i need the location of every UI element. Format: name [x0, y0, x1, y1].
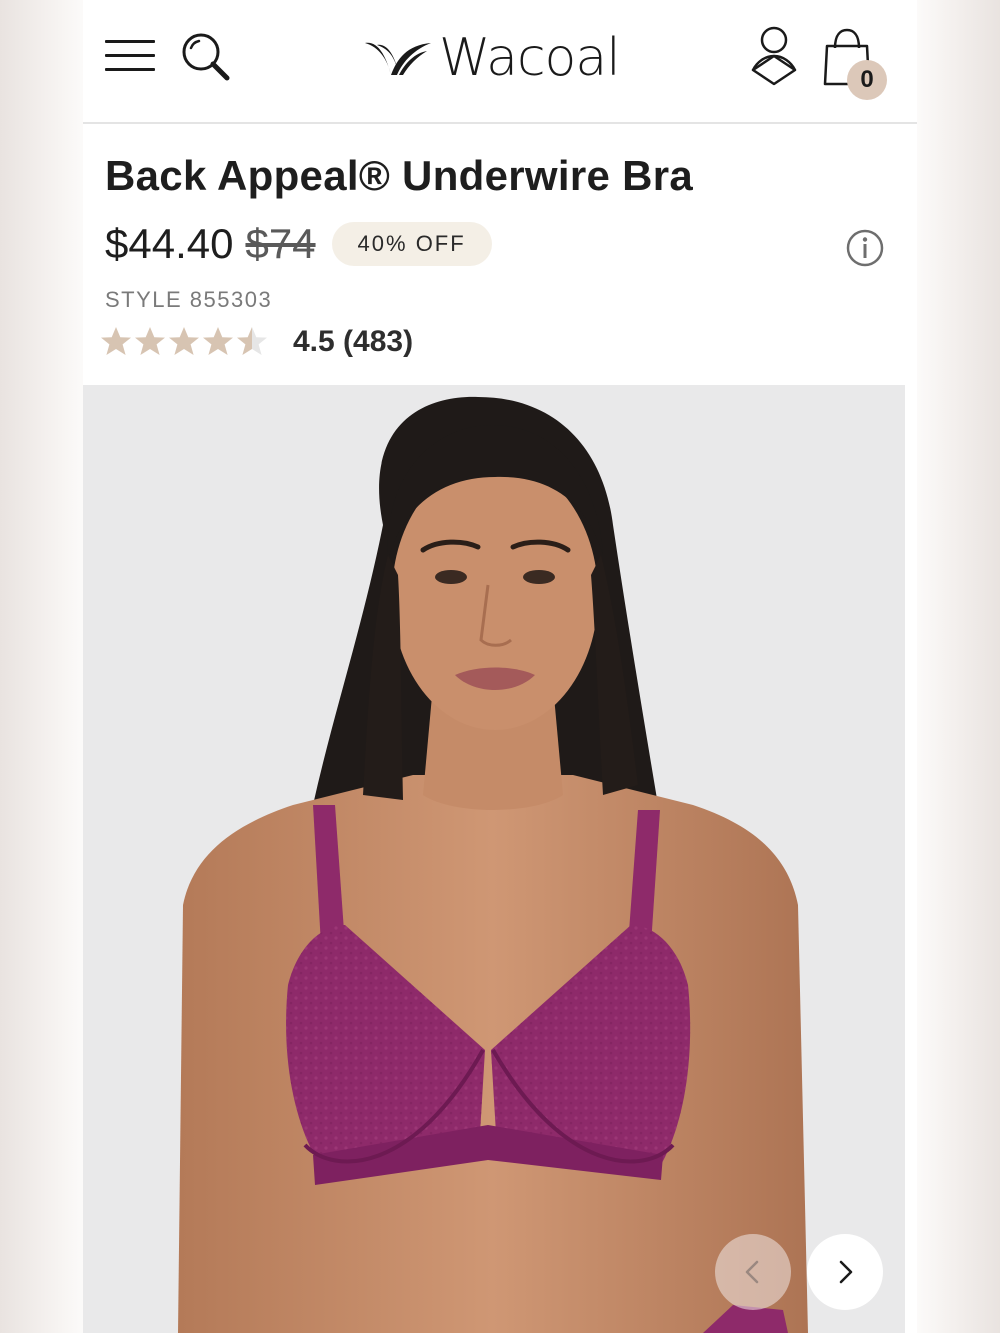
star-icon [169, 327, 199, 355]
chevron-left-icon [745, 1260, 759, 1284]
brand-name: Wacoal [439, 28, 621, 88]
star-icon [135, 327, 165, 355]
menu-button[interactable] [103, 36, 157, 76]
cart-count-badge: 0 [847, 60, 887, 100]
star-icon [237, 327, 267, 355]
style-number: STYLE 855303 [105, 287, 273, 312]
account-icon [751, 26, 797, 86]
star-icon [101, 327, 131, 355]
price-info-button[interactable] [845, 228, 885, 268]
product-title: Back Appeal® Underwire Bra [105, 152, 694, 199]
hamburger-menu-icon [105, 40, 155, 43]
search-button[interactable] [179, 30, 235, 86]
carousel-prev-button[interactable] [715, 1234, 791, 1310]
search-icon [182, 33, 230, 81]
product-page: Wacoal 0 Back Appeal® Underwire Bra $44.… [83, 0, 917, 1333]
product-image[interactable] [83, 385, 905, 1333]
site-header: Wacoal 0 [83, 0, 917, 124]
wacoal-logo-mark-icon [365, 42, 431, 75]
price-row: $44.40 $74 40% OFF [105, 216, 492, 272]
star-rating [99, 325, 269, 359]
rating-count: 4.5 (483) [293, 325, 414, 358]
sale-price: $44.40 [105, 220, 234, 267]
info-icon [846, 229, 884, 267]
discount-badge: 40% OFF [331, 222, 492, 266]
original-price: $74 [245, 220, 316, 267]
star-icon [203, 327, 233, 355]
cart-button[interactable]: 0 [821, 26, 891, 102]
model-photo [178, 396, 808, 1333]
account-button[interactable] [747, 24, 801, 88]
rating-summary[interactable]: 4.5 (483) [99, 320, 413, 364]
carousel-next-button[interactable] [807, 1234, 883, 1310]
brand-logo[interactable]: Wacoal [363, 28, 621, 88]
chevron-right-icon [839, 1260, 853, 1284]
